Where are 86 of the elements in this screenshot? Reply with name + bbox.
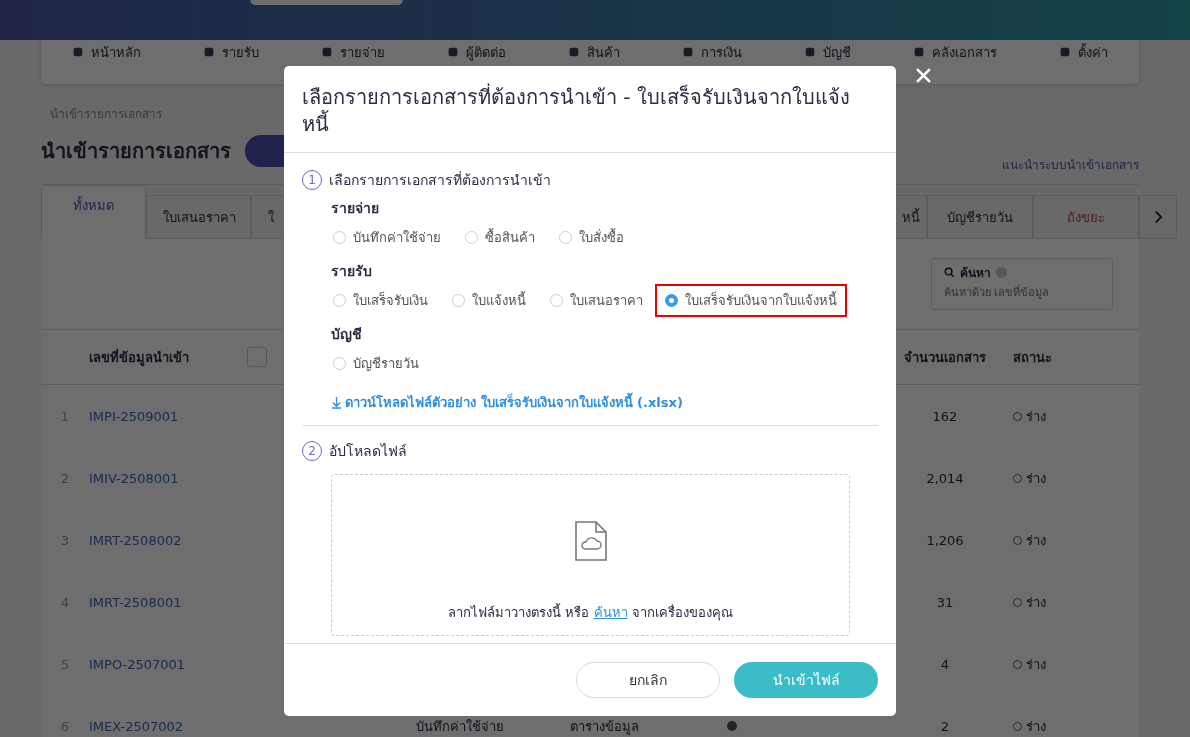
- radio-option[interactable]: ใบแจ้งหนี้: [450, 284, 528, 317]
- radio-option[interactable]: ใบเสร็จรับเงิน: [331, 284, 430, 317]
- status-text: ร่าง: [1026, 593, 1046, 612]
- group-label: รายจ่าย: [331, 199, 380, 218]
- radio-option[interactable]: ซื้อสินค้า: [463, 221, 537, 254]
- step-label: เลือกรายการเอกสารที่ต้องการนำเข้า: [329, 170, 551, 190]
- status-text: ร่าง: [1026, 655, 1046, 674]
- nav-icon: [72, 46, 84, 58]
- nav-item[interactable]: สินค้า: [568, 41, 620, 63]
- radio-option[interactable]: บัญชีรายวัน: [331, 347, 421, 380]
- dialog-title: เลือกรายการเอกสารที่ต้องการนำเข้า - ใบเสร็จรับเงินจากใบแจ้งหนี้: [302, 84, 851, 138]
- table-cell-text: 162: [931, 408, 959, 424]
- radio-option[interactable]: ใบสั่งซื้อ: [557, 221, 626, 254]
- nav-item[interactable]: รายจ่าย: [321, 41, 385, 63]
- step-label: อัปโหลดไฟล์: [329, 442, 407, 461]
- nav-icon: [804, 46, 816, 58]
- radio-label: บันทึกค่าใช้จ่าย: [353, 229, 441, 247]
- table-cell-text: ตารางข้อมูล: [570, 717, 640, 737]
- column-header: สถานะ: [1013, 348, 1053, 367]
- table-cell-text: 1,206: [925, 532, 965, 548]
- table-cell[interactable]: IMRT-2508002: [89, 532, 187, 548]
- group-label: บัญชี: [331, 325, 363, 345]
- search-label: ค้นหา: [960, 265, 991, 282]
- nav-item[interactable]: ผู้ติดต่อ: [447, 41, 506, 63]
- table-cell-text: 31: [935, 594, 955, 610]
- nav-item[interactable]: รายรับ: [203, 41, 259, 63]
- search-icon: [944, 267, 955, 278]
- page-title: นำเข้ารายการเอกสาร: [41, 137, 231, 165]
- table-cell-text: 4: [939, 656, 951, 672]
- radio-label: ซื้อสินค้า: [485, 227, 535, 247]
- nav-item[interactable]: หน้าหลัก: [72, 41, 141, 63]
- column-header: เลขที่ข้อมูลนำเข้า: [89, 347, 187, 368]
- radio-label: ใบแจ้งหนี้: [472, 290, 526, 310]
- table-cell-text: 2,014: [925, 470, 965, 486]
- status-text: ร่าง: [1026, 407, 1046, 426]
- next-tab-button[interactable]: [1139, 195, 1177, 239]
- tab[interactable]: บัญชีรายวัน: [927, 195, 1033, 239]
- nav-item[interactable]: คลังเอกสาร: [913, 41, 997, 63]
- radio-label: ใบเสร็จรับเงิน: [353, 290, 428, 310]
- table-cell[interactable]: IMPO-2507001: [89, 656, 187, 672]
- nav-item[interactable]: การเงิน: [682, 41, 742, 63]
- nav-icon: [203, 46, 215, 58]
- status-text: ร่าง: [1026, 717, 1046, 736]
- download-text: ดาวน์โหลดไฟล์ตัวอย่าง ใบเสร็จรับเงินจากใบแจ้งหนี้ (.xlsx): [345, 392, 683, 413]
- nav-icon: [1059, 46, 1071, 58]
- status-text: ร่าง: [1026, 469, 1046, 488]
- search-field[interactable]: ค้นหา ค้นหาด้วย เลขที่ข้อมูล: [931, 258, 1113, 310]
- table-cell[interactable]: IMRT-2508001: [89, 594, 187, 610]
- file-cloud-icon: [573, 520, 608, 562]
- tab[interactable]: ถังขยะ: [1033, 195, 1139, 239]
- dropzone[interactable]: ลากไฟล์มาวางตรงนี้ หรือ ค้นหา จากเครื่องของคุณ: [331, 474, 850, 636]
- table-cell[interactable]: IMIV-2508001: [89, 470, 187, 486]
- chevron-right-icon: [1153, 210, 1163, 224]
- tab[interactable]: ทั้งหมด: [41, 185, 146, 239]
- radio-label: ใบสั่งซื้อ: [579, 227, 624, 247]
- nav-item[interactable]: บัญชี: [804, 41, 851, 63]
- column-header: จำนวนเอกสาร: [903, 348, 987, 367]
- nav-item[interactable]: ตั้งค่า: [1059, 41, 1108, 63]
- nav-icon: [321, 46, 333, 58]
- search-input[interactable]: ค้นหาด้วย เลขที่ข้อมูล: [944, 282, 1100, 299]
- group-label: รายรับ: [331, 262, 373, 281]
- guide-link[interactable]: แนะนำระบบนำเข้าเอกสาร: [1002, 155, 1139, 174]
- nav-icon: [682, 46, 694, 58]
- radio-label: บัญชีรายวัน: [353, 355, 419, 373]
- radio-button[interactable]: [665, 294, 678, 307]
- table-cell-text: 2: [939, 718, 951, 734]
- radio-option[interactable]: บันทึกค่าใช้จ่าย: [331, 221, 443, 254]
- table-cell[interactable]: IMPI-2509001: [89, 408, 187, 424]
- cancel-button[interactable]: ยกเลิก: [576, 662, 720, 698]
- radio-option[interactable]: ใบเสนอราคา: [548, 284, 645, 317]
- browse-link[interactable]: ค้นหา: [593, 605, 628, 620]
- tab[interactable]: ใบเสนอราคา: [146, 195, 251, 239]
- dot-icon: [727, 720, 737, 731]
- nav-icon: [568, 46, 580, 58]
- dropzone-text: ลากไฟล์มาวางตรงนี้ หรือ ค้นหา จากเครื่องของคุณ: [448, 602, 733, 623]
- nav-icon: [447, 46, 459, 58]
- nav-icon: [913, 46, 925, 58]
- download-icon: [331, 396, 342, 409]
- table-cell[interactable]: IMEX-2507002: [89, 718, 187, 734]
- table-cell-text: บันทึกค่าใช้จ่าย: [416, 717, 505, 736]
- import-file-button[interactable]: นำเข้าไฟล์: [734, 662, 878, 698]
- status-text: ร่าง: [1026, 531, 1046, 550]
- radio-label: ใบเสนอราคา: [570, 292, 643, 310]
- radio-label: ใบเสร็จรับเงินจากใบแจ้งหนี้: [685, 290, 837, 310]
- radio-option[interactable]: ใบเสร็จรับเงินจากใบแจ้งหนี้: [655, 284, 847, 317]
- download-link[interactable]: ดาวน์โหลดไฟล์ตัวอย่าง ใบเสร็จรับเงินจากใบแจ้งหนี้ (.xlsx): [331, 392, 878, 413]
